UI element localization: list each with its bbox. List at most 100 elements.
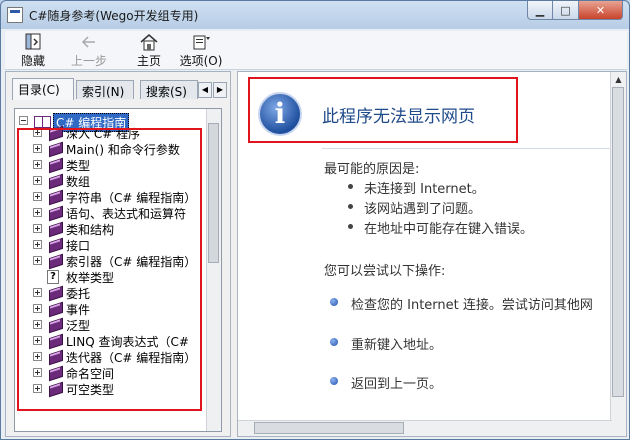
scroll-corner <box>611 421 626 436</box>
close-button[interactable]: ✕ <box>579 1 623 20</box>
tree-item-label: 委托 <box>66 287 91 301</box>
tree-item-label: Main() 和命令行参数 <box>66 143 180 157</box>
info-icon: i <box>258 92 302 136</box>
reason-item: 在地址中可能存在键入错误。 <box>364 222 534 237</box>
tab-scroll-left-button[interactable]: ◀ <box>198 82 212 98</box>
book-icon <box>47 206 63 219</box>
divider <box>322 148 622 149</box>
bullet-icon <box>348 224 353 229</box>
expand-toggle[interactable] <box>33 352 42 361</box>
tree-item-label: 可空类型 <box>66 383 115 397</box>
reason-item: 未连接到 Internet。 <box>364 182 485 197</box>
expand-toggle[interactable] <box>33 176 42 185</box>
expand-toggle[interactable] <box>33 144 42 153</box>
content-hscrollbar[interactable] <box>238 420 612 436</box>
tree-scroll-thumb[interactable] <box>208 123 219 263</box>
book-icon <box>47 350 63 363</box>
toolbar: 隐藏 上一步 主页 选项(O) <box>5 31 627 70</box>
action-item[interactable]: 重新键入地址。 <box>351 334 442 353</box>
content-vscroll-thumb[interactable] <box>612 87 624 397</box>
options-icon <box>191 33 211 51</box>
chevron-left-icon: ◀ <box>201 85 209 94</box>
options-label: 选项(O) <box>179 54 223 68</box>
app-window: C#随身参考(Wego开发组专用) ▁ □ ✕ 隐藏 上一步 主页 选项(O) … <box>0 0 630 440</box>
content-pane: i 此程序无法显示网页 最可能的原因是: 未连接到 Internet。 该网站遇… <box>237 71 627 437</box>
maximize-button[interactable]: □ <box>553 1 579 20</box>
expand-toggle[interactable] <box>33 224 42 233</box>
tree-item-label: 索引器（C# 编程指南） <box>66 255 197 269</box>
expand-toggle[interactable] <box>33 304 42 313</box>
book-icon <box>47 126 63 139</box>
back-button[interactable]: 上一步 <box>61 33 117 69</box>
reasons-heading: 最可能的原因是: <box>324 162 420 177</box>
book-icon <box>47 334 63 347</box>
minimize-button[interactable]: ▁ <box>527 1 553 20</box>
book-icon <box>47 238 63 251</box>
book-icon <box>47 174 63 187</box>
book-icon <box>47 302 63 315</box>
content-vscrollbar[interactable]: ▲ <box>610 72 626 421</box>
bullet-icon <box>348 184 353 189</box>
book-icon <box>47 158 63 171</box>
action-item[interactable]: 检查您的 Internet 连接。尝试访问其他网 <box>351 294 593 313</box>
back-label: 上一步 <box>70 54 107 68</box>
tree-item-label: 类型 <box>66 159 91 173</box>
action-item[interactable]: 返回到上一页。 <box>351 373 442 392</box>
home-icon <box>139 33 159 51</box>
tree-item-label: 接口 <box>66 239 91 253</box>
expand-toggle[interactable] <box>33 384 42 393</box>
contents-tree: C# 编程指南 深入 C# 程序 Main() 和命令行参数 类型 数组 字符串（C# … <box>14 108 222 432</box>
home-button[interactable]: 主页 <box>129 33 169 69</box>
book-icon <box>47 190 63 203</box>
expand-toggle[interactable] <box>33 368 42 377</box>
hide-label: 隐藏 <box>20 54 45 68</box>
title-bar[interactable]: C#随身参考(Wego开发组专用) ▁ □ ✕ <box>1 1 629 29</box>
tree-item-label: LINQ 查询表达式（C# <box>66 335 189 349</box>
scroll-up-icon[interactable]: ▲ <box>611 72 626 87</box>
hide-button[interactable]: 隐藏 <box>13 33 53 69</box>
tree-item-label: 字符串（C# 编程指南） <box>66 191 197 205</box>
book-icon <box>47 254 63 267</box>
book-icon <box>47 222 63 235</box>
expand-toggle[interactable] <box>33 128 42 137</box>
page-title: 此程序无法显示网页 <box>322 107 475 127</box>
book-icon <box>47 318 63 331</box>
window-title: C#随身参考(Wego开发组专用) <box>29 9 199 23</box>
expand-toggle[interactable] <box>33 320 42 329</box>
tree-item-label: 数组 <box>66 175 91 189</box>
back-arrow-icon <box>79 33 99 51</box>
tree-item-label: 深入 C# 程序 <box>66 127 141 141</box>
book-icon <box>47 286 63 299</box>
tab-contents-label: 目录(C) <box>18 83 60 97</box>
minimize-icon: ▁ <box>535 3 545 17</box>
tab-scroll-right-button[interactable]: ▶ <box>213 82 227 98</box>
expand-toggle[interactable] <box>33 208 42 217</box>
expand-toggle[interactable] <box>33 336 42 345</box>
book-icon <box>47 382 63 395</box>
home-label: 主页 <box>136 54 161 68</box>
tree-item-label: 迭代器（C# 编程指南） <box>66 351 197 365</box>
tree-scrollbar[interactable] <box>206 109 221 431</box>
app-icon <box>7 7 23 23</box>
collapse-toggle[interactable] <box>19 116 28 125</box>
tab-contents[interactable]: 目录(C) <box>12 78 74 100</box>
expand-toggle[interactable] <box>33 160 42 169</box>
tab-index[interactable]: 索引(N) <box>76 80 134 99</box>
expand-toggle[interactable] <box>33 288 42 297</box>
tab-search[interactable]: 搜索(S) <box>140 80 198 99</box>
navigation-pane: 目录(C) 索引(N) 搜索(S) ◀ ▶ C# 编程指南 深入 C# 程序 Ma… <box>5 71 231 437</box>
options-button[interactable]: 选项(O) <box>177 33 225 69</box>
action-bullet-icon <box>330 338 338 346</box>
tree-item-label: 类和结构 <box>66 223 115 237</box>
expand-toggle[interactable] <box>33 240 42 249</box>
hide-pane-icon <box>23 33 43 51</box>
actions-heading: 您可以尝试以下操作: <box>324 264 446 279</box>
bullet-icon <box>348 204 353 209</box>
content-hscroll-thumb[interactable] <box>254 422 404 434</box>
expand-toggle[interactable] <box>33 256 42 265</box>
close-icon: ✕ <box>595 3 606 17</box>
action-bullet-icon <box>330 377 338 385</box>
expand-toggle[interactable] <box>33 192 42 201</box>
window-controls: ▁ □ ✕ <box>527 1 623 21</box>
tree-item-label: 命名空间 <box>66 367 115 381</box>
